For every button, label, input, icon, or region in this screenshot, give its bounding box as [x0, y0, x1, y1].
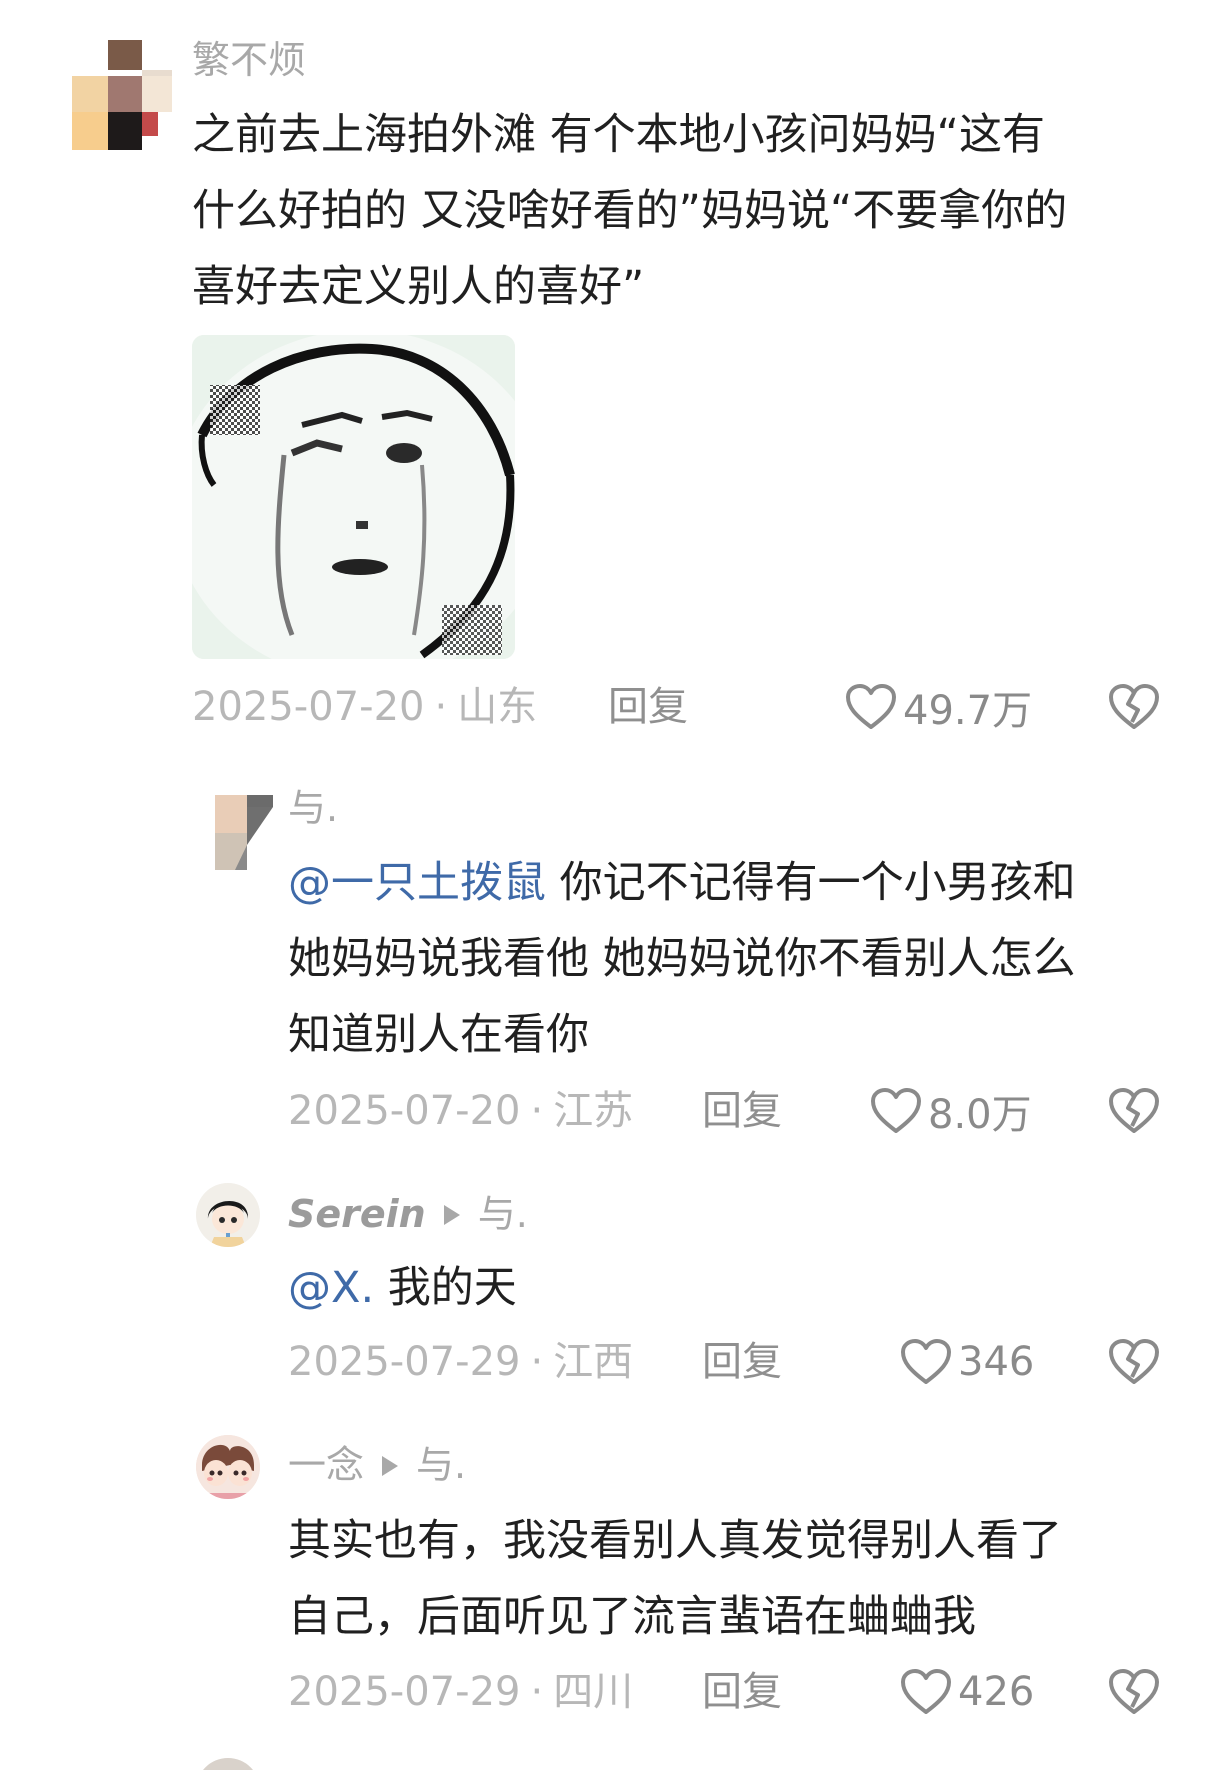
like-count: 49.7万 [903, 688, 1033, 734]
heart-outline-icon [901, 1669, 951, 1714]
reply-text: 其实也有，我没看别人真发觉得别人看了 自己，后面听见了流言蜚语在蛐蛐我 [288, 1503, 1062, 1655]
mention-link[interactable]: @一只土拨鼠 [288, 858, 546, 908]
dislike-button[interactable] [1108, 1337, 1160, 1391]
reply-location: 江苏 [553, 1088, 634, 1134]
reply-date: 2025-07-29 [288, 1669, 521, 1715]
comment-date: 2025-07-20 [192, 684, 425, 730]
reply-username[interactable]: Serein 与. [288, 1192, 528, 1236]
reply-text-line: 你记不记得有一个小男孩和 [546, 858, 1076, 908]
meme-sticker-image[interactable] [192, 335, 515, 659]
reply-button[interactable]: 回复 [702, 1667, 782, 1717]
avatar[interactable] [196, 1435, 260, 1499]
like-count: 426 [958, 1669, 1035, 1715]
mention-link[interactable]: @X. [288, 1263, 374, 1313]
avatar[interactable] [196, 1183, 260, 1247]
comment-text-line: 什么好拍的 又没啥好看的”妈妈说“不要拿你的 [192, 186, 1068, 236]
broken-heart-icon [1109, 1669, 1159, 1714]
play-triangle-icon [382, 1455, 399, 1476]
like-count: 8.0万 [928, 1092, 1032, 1138]
comment-username[interactable]: 繁不烦 [192, 38, 306, 82]
reply-text-line: 知道别人在看你 [288, 1010, 589, 1060]
dislike-button[interactable] [1108, 1086, 1160, 1140]
reply-username[interactable]: 与. [288, 786, 338, 830]
reply-date: 2025-07-29 [288, 1339, 521, 1385]
reply-text: @一只土拨鼠 你记不记得有一个小男孩和 她妈妈说我看他 她妈妈说你不看别人怎么 … [288, 845, 1076, 1073]
reply-to-user[interactable]: 与. [478, 1192, 528, 1236]
dislike-button[interactable] [1108, 682, 1160, 736]
like-button[interactable]: 426 [900, 1667, 1034, 1717]
reply-text-line: 我的天 [374, 1263, 517, 1313]
reply-text-line: 自己，后面听见了流言蜚语在蛐蛐我 [288, 1592, 976, 1642]
comment-text-line: 之前去上海拍外滩 有个本地小孩问妈妈“这有 [192, 110, 1045, 160]
play-triangle-icon [443, 1204, 460, 1225]
comment-meta: 2025-07-20 · 山东 [192, 684, 538, 730]
comment-location: 山东 [457, 684, 538, 730]
reply-meta: 2025-07-20 · 江苏 [288, 1088, 634, 1134]
like-button[interactable]: 49.7万 [845, 682, 1032, 734]
reply-date: 2025-07-20 [288, 1088, 521, 1134]
comment-text-line: 喜好去定义别人的喜好” [192, 262, 645, 312]
reply-text-line: 她妈妈说我看他 她妈妈说你不看别人怎么 [288, 934, 1076, 984]
broken-heart-icon [1109, 1088, 1159, 1133]
reply-meta: 2025-07-29 · 江西 [288, 1339, 634, 1385]
avatar[interactable] [72, 40, 172, 150]
broken-heart-icon [1109, 1339, 1159, 1384]
reply-text: @X. 我的天 [288, 1250, 517, 1326]
heart-outline-icon [901, 1339, 951, 1384]
like-button[interactable]: 346 [900, 1337, 1034, 1387]
reply-author[interactable]: Serein [288, 1192, 426, 1236]
heart-outline-icon [871, 1088, 921, 1133]
comment-text: 之前去上海拍外滩 有个本地小孩问妈妈“这有 什么好拍的 又没啥好看的”妈妈说“不… [192, 97, 1067, 325]
reply-button[interactable]: 回复 [608, 682, 688, 732]
heart-outline-icon [846, 684, 896, 729]
reply-text-line: 其实也有，我没看别人真发觉得别人看了 [288, 1516, 1062, 1566]
reply-button[interactable]: 回复 [702, 1086, 782, 1136]
like-button[interactable]: 8.0万 [870, 1086, 1032, 1138]
reply-author[interactable]: 一念 [288, 1443, 364, 1487]
next-avatar-partial [196, 1758, 260, 1770]
reply-username[interactable]: 一念 与. [288, 1443, 466, 1487]
reply-location: 四川 [553, 1669, 634, 1715]
broken-heart-icon [1109, 684, 1159, 729]
reply-button[interactable]: 回复 [702, 1337, 782, 1387]
like-count: 346 [958, 1339, 1035, 1385]
reply-meta: 2025-07-29 · 四川 [288, 1669, 634, 1715]
reply-to-user[interactable]: 与. [416, 1443, 466, 1487]
reply-location: 江西 [553, 1339, 634, 1385]
dislike-button[interactable] [1108, 1667, 1160, 1721]
avatar[interactable] [215, 795, 273, 870]
